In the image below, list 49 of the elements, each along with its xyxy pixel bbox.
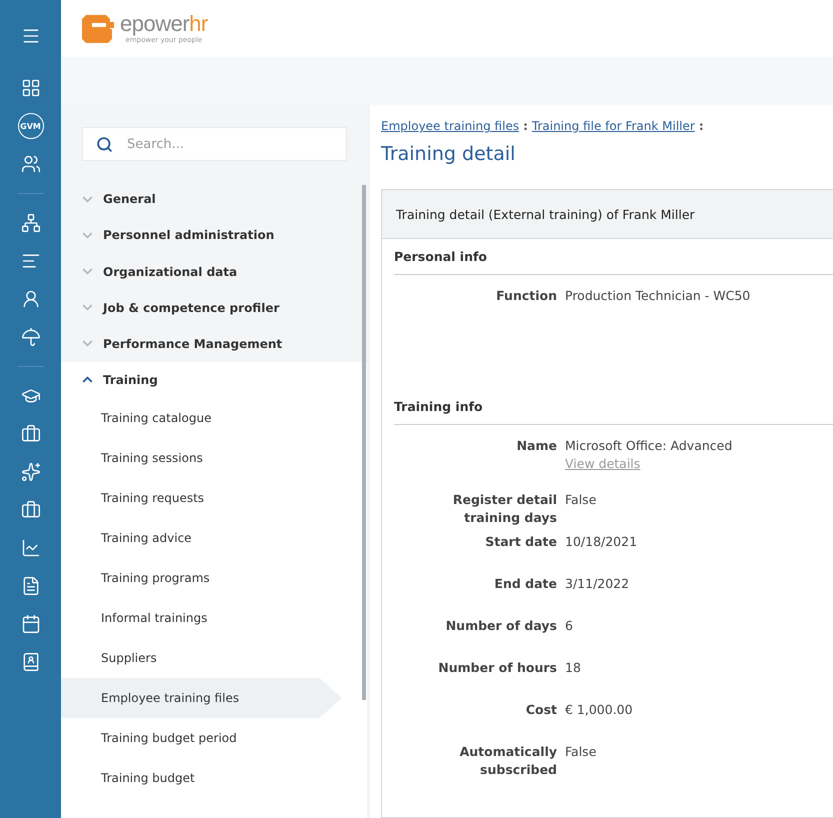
field-label: Number of days — [444, 617, 557, 635]
field-label: Number of hours — [437, 659, 557, 677]
menu-item[interactable]: Training sessions — [61, 438, 367, 478]
menu-group[interactable]: Performance Management — [61, 326, 367, 362]
breadcrumb-separator: : — [523, 119, 528, 133]
menu-item[interactable]: Training advice — [61, 518, 367, 558]
panel-title: Training detail (External training) of Frank Miller — [382, 190, 833, 239]
field-label: End date — [493, 575, 557, 593]
field-value: False — [565, 491, 596, 509]
field-value: 10/18/2021 — [565, 533, 638, 551]
scrollbar[interactable] — [362, 185, 366, 700]
breadcrumb-separator: : — [698, 119, 704, 133]
field-label: Automatically subscribed — [458, 743, 557, 779]
field-value: False — [565, 743, 596, 761]
field-label: Function — [495, 287, 557, 305]
field-label: Register detail training days — [452, 491, 557, 527]
menu-item[interactable]: Informal trainings — [61, 598, 367, 638]
menu-item[interactable]: Training requests — [61, 478, 367, 518]
menu-group[interactable]: Personnel administration — [61, 217, 367, 254]
menu-group[interactable]: Organizational data — [61, 254, 367, 290]
menu-group[interactable]: General — [61, 181, 367, 218]
logo-wordmark: epowerhr — [120, 13, 208, 35]
field-value: 18 — [565, 659, 581, 677]
menu-group[interactable]: Job & competence profiler — [61, 290, 367, 326]
menu-item[interactable]: Suppliers — [61, 638, 367, 678]
field-value: Microsoft Office: Advanced — [565, 437, 732, 455]
field-value: 6 — [565, 617, 573, 635]
breadcrumb-link[interactable]: Training file for Frank Miller — [532, 119, 695, 133]
section-title: Personal info — [394, 239, 833, 275]
field-label: Name — [516, 437, 557, 455]
menu-item[interactable]: Training budget — [61, 758, 367, 798]
field-label: Start date — [484, 533, 557, 551]
field-value: Production Technician - WC50 — [565, 287, 750, 305]
search-icon — [96, 136, 113, 153]
page-title: Training detail — [381, 143, 516, 165]
field-label: Cost — [524, 701, 557, 719]
breadcrumb-link[interactable]: Employee training files — [381, 119, 520, 133]
logo-icon — [80, 12, 116, 44]
menu-item[interactable]: Training catalogue — [61, 398, 367, 438]
search-input[interactable]: Search... — [125, 136, 305, 153]
menu-item[interactable]: Training budget period — [61, 718, 367, 758]
menu-item[interactable]: Training programs — [61, 558, 367, 598]
menu-item[interactable]: Employee training files — [61, 678, 342, 718]
field-value: 3/11/2022 — [565, 575, 630, 593]
search-field[interactable]: Search... — [82, 127, 347, 162]
gvm-icon[interactable]: GVM — [18, 113, 44, 139]
menu-group[interactable]: Training — [61, 362, 367, 398]
section-title: Training info — [394, 389, 833, 425]
field-value: € 1,000.00 — [565, 701, 633, 719]
